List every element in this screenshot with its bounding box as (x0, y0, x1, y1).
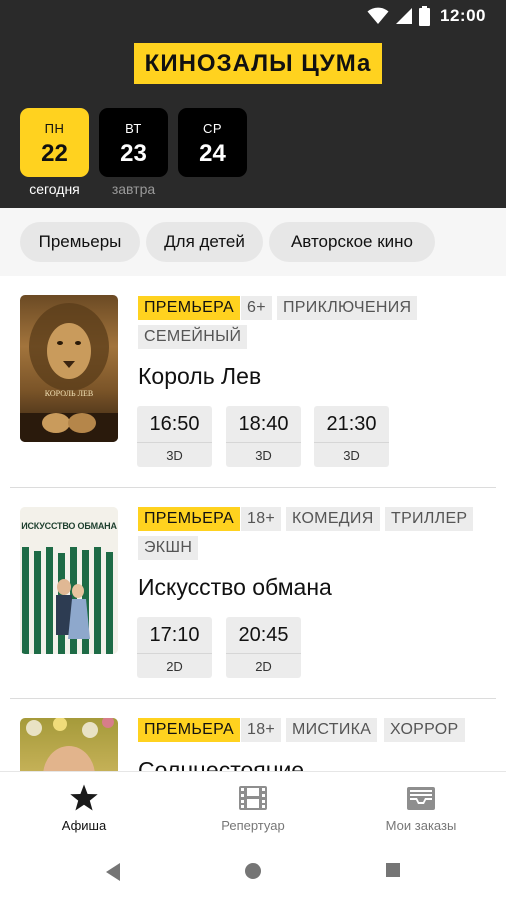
tag-premiere: ПРЕМЬЕРА (138, 296, 241, 320)
app-header: 12:00 КИНОЗАЛЫ ЦУМа ПН 22 сегодня ВТ 23 … (0, 0, 506, 208)
tag-genre: ТРИЛЛЕР (385, 507, 474, 531)
movie-poster[interactable]: ИСКУССТВО ОБМАНА (20, 507, 118, 654)
filter-chip-premieres[interactable]: Премьеры (20, 222, 140, 262)
movie-poster[interactable] (20, 718, 118, 771)
session-time: 18:40 (238, 413, 289, 435)
day-of-week: ПН (44, 121, 65, 136)
tag-premiere: ПРЕМЬЕРА (138, 507, 241, 531)
day-number: 23 (120, 140, 147, 167)
nav-tab-label: Афиша (61, 818, 107, 833)
tag-age: 18+ (241, 718, 282, 742)
session-button[interactable]: 18:40 3D (226, 406, 301, 467)
tag-genre: ПРИКЛЮЧЕНИЯ (277, 296, 418, 320)
session-button[interactable]: 17:10 2D (137, 617, 212, 678)
day-caption-tomorrow: завтра (111, 181, 156, 197)
session-button[interactable]: 16:50 3D (137, 406, 212, 467)
orders-icon (407, 787, 435, 810)
day-number: 22 (41, 140, 68, 167)
nav-tab-my-orders[interactable]: Мои заказы (337, 772, 505, 846)
movie-poster[interactable]: КОРОЛЬ ЛЕВ (20, 295, 118, 442)
wifi-icon (367, 7, 389, 24)
session-time: 16:50 (149, 413, 200, 435)
signal-icon (396, 8, 413, 24)
battery-icon (419, 6, 431, 26)
movie-title[interactable]: Искусство обмана (138, 574, 332, 601)
session-format: 2D (137, 653, 212, 678)
nav-tab-label: Мои заказы (385, 818, 457, 833)
film-icon (239, 786, 267, 810)
session-time: 20:45 (238, 624, 289, 646)
tag-age: 6+ (241, 296, 272, 320)
session-format: 2D (226, 653, 301, 678)
day-selector-wednesday[interactable]: СР 24 (178, 108, 247, 177)
movie-card[interactable]: ПРЕМЬЕРА 18+ МИСТИКА ХОРРОР Солнцестояни… (0, 699, 506, 771)
day-selector-monday[interactable]: ПН 22 (20, 108, 89, 177)
tag-genre: ЭКШН (138, 536, 199, 560)
session-button[interactable]: 20:45 2D (226, 617, 301, 678)
session-format: 3D (137, 442, 212, 467)
clock: 12:00 (440, 6, 486, 25)
day-caption-today: сегодня (29, 181, 80, 197)
day-selector-tuesday[interactable]: ВТ 23 (99, 108, 168, 177)
movie-card[interactable]: ИСКУССТВО ОБМАНА ПРЕМЬЕРА 18+ КОМЕДИЯ ТР… (0, 488, 506, 698)
session-time: 17:10 (149, 624, 200, 646)
tag-genre: МИСТИКА (286, 718, 378, 742)
day-of-week: ВТ (125, 121, 142, 136)
tag-premiere: ПРЕМЬЕРА (138, 718, 241, 742)
back-icon[interactable] (104, 862, 122, 882)
flowers-poster-art (26, 718, 114, 771)
poster-title: КОРОЛЬ ЛЕВ (44, 389, 94, 398)
tag-genre: СЕМЕЙНЫЙ (138, 325, 248, 349)
movie-title[interactable]: Солнцестояние (138, 757, 304, 771)
day-number: 24 (199, 140, 226, 167)
nav-tab-repertoire[interactable]: Репертуар (169, 772, 337, 846)
session-time: 21:30 (326, 413, 377, 435)
poster-title: ИСКУССТВО ОБМАНА (21, 521, 117, 531)
filter-chip-kids[interactable]: Для детей (146, 222, 263, 262)
recents-icon[interactable] (385, 862, 401, 878)
tag-genre: ХОРРОР (384, 718, 465, 742)
day-of-week: СР (202, 121, 223, 136)
system-navigation-bar (0, 845, 506, 900)
filter-bar: Премьеры Для детей Авторское кино (0, 208, 506, 276)
home-icon[interactable] (244, 862, 262, 880)
tag-genre: КОМЕДИЯ (286, 507, 380, 531)
tag-age: 18+ (241, 507, 282, 531)
nav-tab-afisha[interactable]: Афиша (0, 772, 168, 846)
session-format: 3D (314, 442, 389, 467)
nav-tab-label: Репертуар (221, 818, 285, 833)
movie-card[interactable]: КОРОЛЬ ЛЕВ ПРЕМЬЕРА 6+ ПРИКЛЮЧЕНИЯ СЕМЕЙ… (0, 276, 506, 488)
bottom-navigation: Афиша Репертуар Мои заказы (0, 771, 506, 845)
session-button[interactable]: 21:30 3D (314, 406, 389, 467)
filter-chip-arthouse[interactable]: Авторское кино (269, 222, 435, 262)
star-icon (70, 784, 98, 811)
movie-title[interactable]: Король Лев (138, 363, 261, 390)
lion-poster-art (20, 303, 118, 442)
session-format: 3D (226, 442, 301, 467)
app-logo-text: КИНОЗАЛЫ ЦУМа (144, 49, 372, 77)
status-bar: 12:00 (367, 5, 486, 27)
app-logo: КИНОЗАЛЫ ЦУМа (134, 43, 382, 84)
